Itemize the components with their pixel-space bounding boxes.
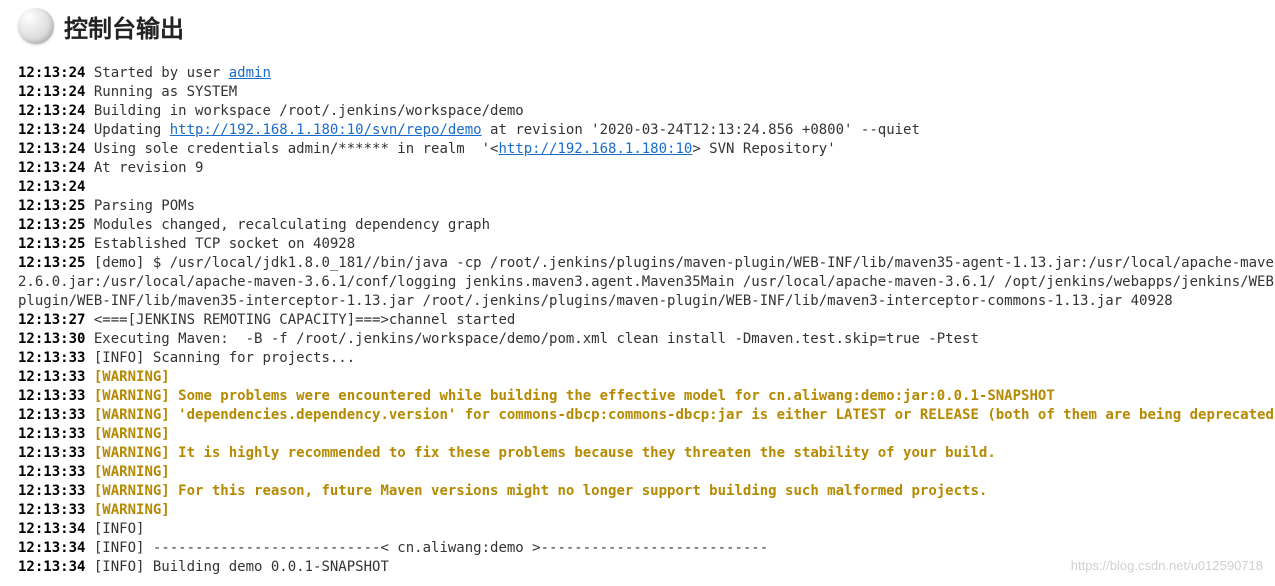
console-output: 12:13:24 Started by user admin12:13:24 R… bbox=[18, 64, 1275, 577]
console-line: 12:13:24 Building in workspace /root/.je… bbox=[18, 102, 1275, 121]
timestamp: 12:13:24 bbox=[18, 160, 85, 176]
timestamp: 12:13:33 bbox=[18, 407, 85, 423]
console-line: 12:13:24 At revision 9 bbox=[18, 159, 1275, 178]
console-line: 12:13:27 <===[JENKINS REMOTING CAPACITY]… bbox=[18, 311, 1275, 330]
warning-text: For this reason, future Maven versions m… bbox=[170, 483, 988, 499]
console-line: 12:13:33 [INFO] Scanning for projects... bbox=[18, 349, 1275, 368]
warning-text: Some problems were encountered while bui… bbox=[170, 388, 1055, 404]
console-text: [INFO] ---------------------------< cn.a… bbox=[85, 540, 768, 556]
console-line: 12:13:33 [WARNING] bbox=[18, 368, 1275, 387]
timestamp: 12:13:33 bbox=[18, 388, 85, 404]
console-line: 12:13:25 Established TCP socket on 40928 bbox=[18, 235, 1275, 254]
console-line: 12:13:33 [WARNING] It is highly recommen… bbox=[18, 444, 1275, 463]
console-line: 12:13:24 bbox=[18, 178, 1275, 197]
console-text bbox=[85, 407, 93, 423]
timestamp: 12:13:33 bbox=[18, 502, 85, 518]
timestamp: 12:13:25 bbox=[18, 198, 85, 214]
console-line: 12:13:33 [WARNING] 'dependencies.depende… bbox=[18, 406, 1275, 425]
console-text: [demo] $ /usr/local/jdk1.8.0_181//bin/ja… bbox=[85, 255, 1275, 271]
warning-tag: [WARNING] bbox=[94, 369, 170, 385]
console-line: 12:13:33 [WARNING] Some problems were en… bbox=[18, 387, 1275, 406]
console-text: Running as SYSTEM bbox=[85, 84, 237, 100]
console-line: 12:13:24 Running as SYSTEM bbox=[18, 83, 1275, 102]
warning-text: 'dependencies.dependency.version' for co… bbox=[170, 407, 1275, 423]
console-text bbox=[85, 483, 93, 499]
console-line: 12:13:33 [WARNING] bbox=[18, 425, 1275, 444]
warning-text: It is highly recommended to fix these pr… bbox=[170, 445, 996, 461]
warning-tag: [WARNING] bbox=[94, 407, 170, 423]
console-line: 12:13:30 Executing Maven: -B -f /root/.j… bbox=[18, 330, 1275, 349]
warning-tag: [WARNING] bbox=[94, 388, 170, 404]
console-text bbox=[85, 426, 93, 442]
console-text: [INFO] Scanning for projects... bbox=[85, 350, 355, 366]
timestamp: 12:13:24 bbox=[18, 122, 85, 138]
console-line: 12:13:33 [WARNING] For this reason, futu… bbox=[18, 482, 1275, 501]
console-line: 12:13:33 [WARNING] bbox=[18, 501, 1275, 520]
console-text bbox=[85, 388, 93, 404]
warning-tag: [WARNING] bbox=[94, 445, 170, 461]
timestamp: 12:13:33 bbox=[18, 426, 85, 442]
timestamp: 12:13:33 bbox=[18, 483, 85, 499]
console-text: Building in workspace /root/.jenkins/wor… bbox=[85, 103, 523, 119]
console-text: Modules changed, recalculating dependenc… bbox=[85, 217, 490, 233]
timestamp: 12:13:24 bbox=[18, 103, 85, 119]
warning-tag: [WARNING] bbox=[94, 502, 170, 518]
warning-tag: [WARNING] bbox=[94, 426, 170, 442]
warning-tag: [WARNING] bbox=[94, 464, 170, 480]
timestamp: 12:13:24 bbox=[18, 65, 85, 81]
timestamp: 12:13:24 bbox=[18, 84, 85, 100]
console-text bbox=[85, 502, 93, 518]
console-line: 12:13:34 [INFO] ------------------------… bbox=[18, 539, 1275, 558]
console-text: [INFO] Building demo 0.0.1-SNAPSHOT bbox=[85, 559, 388, 575]
console-line: 12:13:33 [WARNING] bbox=[18, 463, 1275, 482]
timestamp: 12:13:25 bbox=[18, 255, 85, 271]
warning-tag: [WARNING] bbox=[94, 483, 170, 499]
console-line: 12:13:25 [demo] $ /usr/local/jdk1.8.0_18… bbox=[18, 254, 1275, 273]
console-text: At revision 9 bbox=[85, 160, 203, 176]
console-text: at revision '2020-03-24T12:13:24.856 +08… bbox=[482, 122, 920, 138]
build-status-icon bbox=[18, 8, 54, 44]
watermark-text: https://blog.csdn.net/u012590718 bbox=[1071, 558, 1263, 573]
timestamp: 12:13:33 bbox=[18, 464, 85, 480]
timestamp: 12:13:34 bbox=[18, 559, 85, 575]
console-line: 2.6.0.jar:/usr/local/apache-maven-3.6.1/… bbox=[18, 273, 1275, 292]
console-text bbox=[85, 464, 93, 480]
console-line: 12:13:24 Started by user admin bbox=[18, 64, 1275, 83]
console-text: plugin/WEB-INF/lib/maven35-interceptor-1… bbox=[18, 293, 1173, 309]
page-header: 控制台输出 bbox=[18, 8, 1275, 44]
timestamp: 12:13:25 bbox=[18, 217, 85, 233]
console-line: 12:13:34 [INFO] bbox=[18, 520, 1275, 539]
console-text bbox=[85, 445, 93, 461]
console-text: [INFO] bbox=[85, 521, 144, 537]
timestamp: 12:13:24 bbox=[18, 179, 85, 195]
timestamp: 12:13:25 bbox=[18, 236, 85, 252]
timestamp: 12:13:24 bbox=[18, 141, 85, 157]
console-line: 12:13:25 Modules changed, recalculating … bbox=[18, 216, 1275, 235]
console-text: 2.6.0.jar:/usr/local/apache-maven-3.6.1/… bbox=[18, 274, 1275, 290]
console-text bbox=[85, 369, 93, 385]
timestamp: 12:13:34 bbox=[18, 540, 85, 556]
console-line: 12:13:24 Using sole credentials admin/**… bbox=[18, 140, 1275, 159]
console-line: plugin/WEB-INF/lib/maven35-interceptor-1… bbox=[18, 292, 1275, 311]
timestamp: 12:13:30 bbox=[18, 331, 85, 347]
timestamp: 12:13:33 bbox=[18, 369, 85, 385]
console-link[interactable]: http://192.168.1.180:10/svn/repo/demo bbox=[170, 122, 482, 138]
console-text: Parsing POMs bbox=[85, 198, 195, 214]
timestamp: 12:13:34 bbox=[18, 521, 85, 537]
page-title: 控制台输出 bbox=[64, 9, 184, 44]
console-text: Executing Maven: -B -f /root/.jenkins/wo… bbox=[85, 331, 978, 347]
console-link[interactable]: http://192.168.1.180:10 bbox=[498, 141, 692, 157]
console-text: Updating bbox=[85, 122, 169, 138]
timestamp: 12:13:27 bbox=[18, 312, 85, 328]
console-text: > SVN Repository' bbox=[692, 141, 835, 157]
console-text: <===[JENKINS REMOTING CAPACITY]===>chann… bbox=[85, 312, 515, 328]
console-link[interactable]: admin bbox=[229, 65, 271, 81]
timestamp: 12:13:33 bbox=[18, 350, 85, 366]
timestamp: 12:13:33 bbox=[18, 445, 85, 461]
console-text: Established TCP socket on 40928 bbox=[85, 236, 355, 252]
console-text: Started by user bbox=[85, 65, 228, 81]
console-line: 12:13:24 Updating http://192.168.1.180:1… bbox=[18, 121, 1275, 140]
console-text: Using sole credentials admin/****** in r… bbox=[85, 141, 498, 157]
console-line: 12:13:25 Parsing POMs bbox=[18, 197, 1275, 216]
